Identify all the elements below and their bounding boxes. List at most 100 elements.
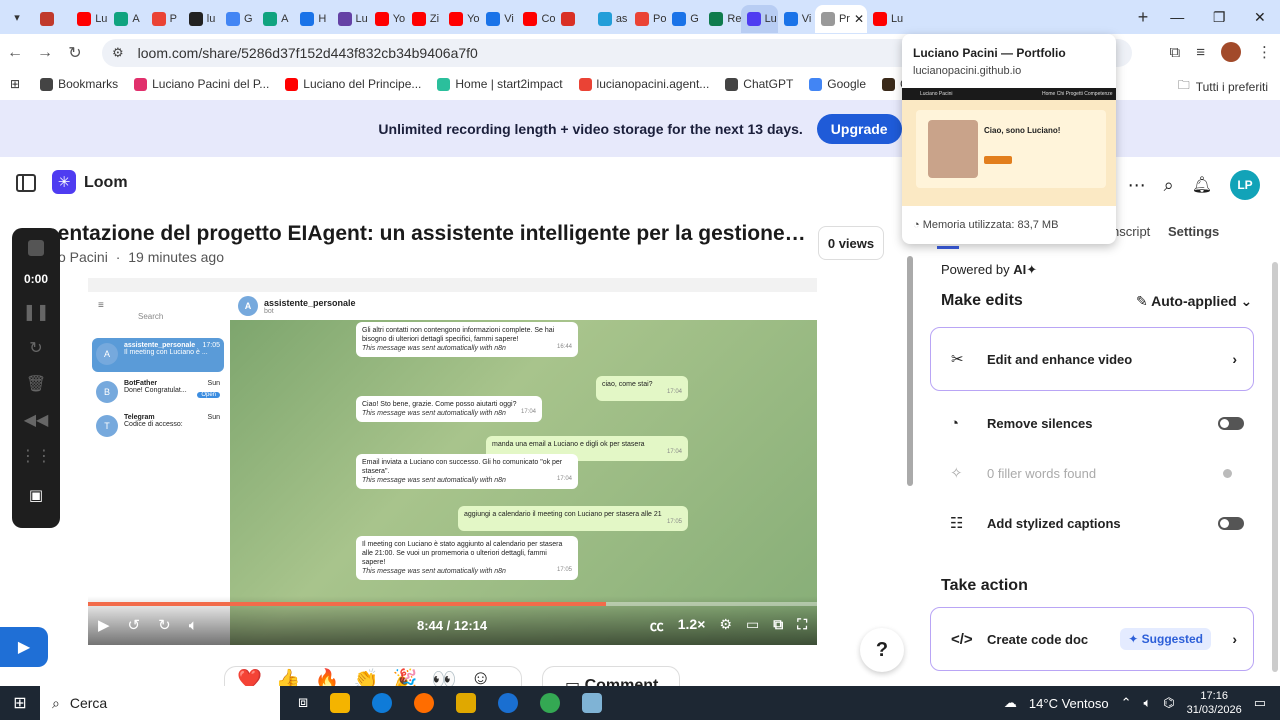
more-options-icon[interactable]: ⋯ xyxy=(1128,175,1146,196)
browser-tab[interactable]: Yo xyxy=(443,5,480,33)
bell-icon[interactable]: 🔔︎ xyxy=(1192,175,1212,195)
notifications-icon[interactable]: ▭ xyxy=(1254,695,1266,711)
messenger-icon[interactable] xyxy=(498,693,519,713)
bookmark-item[interactable]: Bookmarks xyxy=(40,77,118,91)
media-icon[interactable]: ≡ xyxy=(1196,44,1205,61)
browser-tab[interactable]: Vi xyxy=(480,5,517,33)
app-icon[interactable] xyxy=(582,693,603,713)
captions-toggle[interactable] xyxy=(1218,516,1244,530)
play-icon[interactable]: ▶ xyxy=(98,616,110,634)
edge-icon[interactable] xyxy=(372,693,393,713)
apps-grid-icon[interactable]: ⊞ xyxy=(10,77,20,91)
help-button[interactable]: ? xyxy=(860,628,904,672)
store-icon[interactable] xyxy=(456,693,477,713)
fullscreen-icon[interactable]: ⛶ xyxy=(797,616,807,636)
close-window-icon[interactable]: ✕ xyxy=(1254,9,1266,26)
browser-tab[interactable]: P xyxy=(146,5,183,33)
browser-tab[interactable]: A xyxy=(108,5,145,33)
code-doc-card[interactable]: </> Create code doc ✦ Suggested › xyxy=(930,607,1254,671)
browser-tab[interactable]: as xyxy=(592,5,629,33)
browser-tab[interactable] xyxy=(34,5,71,33)
tab-search-chevron-icon[interactable]: ▾ xyxy=(0,0,34,34)
clock[interactable]: 17:16 31/03/2026 xyxy=(1187,689,1242,718)
new-tab-button[interactable]: + xyxy=(1130,7,1156,28)
browser-tab[interactable]: G xyxy=(220,5,257,33)
file-explorer-icon[interactable] xyxy=(330,693,351,713)
settings-gear-icon[interactable]: ⚙ xyxy=(719,616,732,636)
browser-tab[interactable]: G xyxy=(666,5,703,33)
browser-tab[interactable]: Vi xyxy=(778,5,815,33)
task-view-icon[interactable]: ⧈ xyxy=(298,694,308,712)
edit-enhance-card[interactable]: ✂ Edit and enhance video › xyxy=(930,327,1254,391)
camera-icon[interactable]: ▣ xyxy=(29,486,43,504)
windows-start-icon[interactable]: ⊞ xyxy=(0,693,40,713)
firefox-icon[interactable] xyxy=(414,693,435,713)
browser-tab[interactable]: Po xyxy=(629,5,666,33)
page-scrollbar[interactable] xyxy=(907,256,913,486)
browser-tab[interactable]: lu xyxy=(183,5,220,33)
rewind-icon[interactable]: ↺ xyxy=(128,616,141,634)
menu-icon[interactable]: ⋮ xyxy=(1257,43,1272,61)
author-name[interactable]: o Pacini xyxy=(58,249,108,265)
browser-tab[interactable]: Zi xyxy=(406,5,443,33)
browser-tab[interactable] xyxy=(555,5,592,33)
trash-icon[interactable]: 🗑︎ xyxy=(26,374,46,410)
taskbar-search[interactable]: ⌕ Cerca xyxy=(40,686,280,720)
profile-avatar[interactable] xyxy=(1221,42,1241,62)
extensions-icon[interactable]: ⧉ xyxy=(1170,44,1181,61)
browser-tab[interactable]: Lu xyxy=(867,5,904,33)
bookmark-item[interactable]: Luciano del Principe... xyxy=(285,77,421,91)
chrome-icon[interactable] xyxy=(540,693,561,713)
pip-icon[interactable]: ⧉ xyxy=(773,616,783,636)
speed-control[interactable]: 1.2× xyxy=(678,616,706,636)
camera-toggle-button[interactable]: ▶︎ xyxy=(0,627,48,667)
browser-tab[interactable]: Pr ✕ xyxy=(814,5,867,33)
browser-tab[interactable]: Yo xyxy=(369,5,406,33)
browser-tab[interactable]: Lu xyxy=(332,5,369,33)
search-icon[interactable]: ⌕ xyxy=(1164,175,1174,196)
close-tab-icon[interactable]: ✕ xyxy=(854,12,864,26)
video-player[interactable]: ≡ Search Aassistente_personale Il meeting… xyxy=(88,278,817,645)
forward-icon[interactable]: → xyxy=(30,44,60,62)
browser-tab[interactable]: Lu xyxy=(740,5,778,33)
weather-text[interactable]: 14°C Ventoso xyxy=(1029,696,1109,711)
upgrade-button[interactable]: Upgrade xyxy=(816,113,902,144)
bookmark-item[interactable]: Home | start2impact xyxy=(437,77,563,91)
remove-silences-toggle[interactable] xyxy=(1218,416,1244,430)
views-count[interactable]: 0 views xyxy=(818,226,884,260)
theater-icon[interactable]: ▭ xyxy=(746,616,759,636)
browser-tab[interactable]: Lu xyxy=(71,5,108,33)
stop-record-icon[interactable] xyxy=(28,240,44,256)
forward-skip-icon[interactable]: ↻ xyxy=(158,616,171,634)
tab-transcript[interactable]: nscript xyxy=(1112,224,1150,239)
loom-logo-icon[interactable]: ✳ xyxy=(52,170,76,194)
bookmark-item[interactable]: lucianopacini.agent... xyxy=(578,77,709,91)
bookmark-item[interactable]: Luciano Pacini del P... xyxy=(134,77,269,91)
user-avatar[interactable]: LP xyxy=(1230,170,1260,200)
browser-tab[interactable]: Co xyxy=(517,5,555,33)
rewind-record-icon[interactable]: ◀◀ xyxy=(24,410,49,446)
auto-applied-dropdown[interactable]: ✎ Auto-applied ⌄ xyxy=(1136,293,1252,310)
video-progress-bar[interactable] xyxy=(88,602,817,606)
sidebar-toggle-icon[interactable] xyxy=(16,174,36,192)
panel-scrollbar[interactable] xyxy=(1272,262,1278,672)
tab-settings[interactable]: Settings xyxy=(1168,224,1219,239)
back-icon[interactable]: ← xyxy=(0,44,30,62)
all-bookmarks[interactable]: 🗀 Tutti i preferiti xyxy=(1178,76,1268,97)
captions-icon[interactable]: ㏄ xyxy=(650,616,664,636)
site-info-icon[interactable]: ⚙ xyxy=(112,45,124,61)
bookmark-item[interactable]: ChatGPT xyxy=(725,77,793,91)
restart-icon[interactable]: ↻ xyxy=(29,338,42,374)
maximize-icon[interactable]: ❐ xyxy=(1213,9,1226,26)
grid-icon[interactable]: ⋮⋮ xyxy=(20,446,52,482)
bookmark-item[interactable]: Google xyxy=(809,77,866,91)
volume-icon[interactable]: 🔈︎ xyxy=(189,617,198,634)
browser-tab[interactable]: Re xyxy=(703,5,741,33)
browser-tab[interactable]: H xyxy=(294,5,331,33)
network-icon[interactable]: ⌬ xyxy=(1163,695,1174,711)
speaker-icon[interactable]: 🔈︎ xyxy=(1143,695,1151,711)
pause-icon[interactable]: ❚❚ xyxy=(23,302,50,338)
tray-chevron-icon[interactable]: ⌃ xyxy=(1121,695,1132,711)
minimize-icon[interactable]: — xyxy=(1170,9,1184,26)
reload-icon[interactable]: ↻ xyxy=(60,43,90,63)
